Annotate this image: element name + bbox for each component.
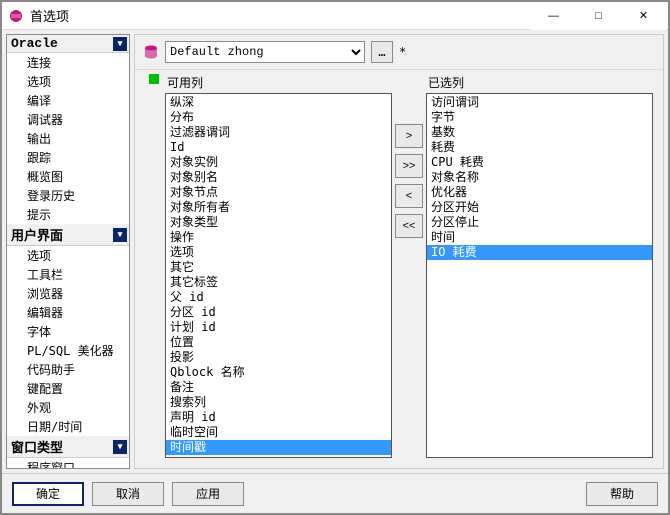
columns-area: 可用列 纵深分布过滤器谓词Id对象实例对象别名对象节点对象所有者对象类型操作选项…	[135, 69, 663, 468]
sidebar-item[interactable]: 程序窗口	[7, 458, 129, 469]
list-item[interactable]: 对象别名	[166, 170, 391, 185]
sidebar-item[interactable]: 编辑器	[7, 303, 129, 322]
app-icon	[8, 8, 24, 24]
cancel-button[interactable]: 取消	[92, 482, 164, 506]
list-item[interactable]: 字节	[427, 110, 652, 125]
sidebar-item[interactable]: 键配置	[7, 379, 129, 398]
title-bar: 首选项 — □ ✕	[2, 2, 668, 30]
move-buttons: > >> < <<	[392, 72, 426, 458]
list-item[interactable]: 计划 id	[166, 320, 391, 335]
maximize-button[interactable]: □	[576, 2, 621, 30]
sidebar-item[interactable]: 选项	[7, 246, 129, 265]
footer-bar: 确定 取消 应用 帮助	[2, 473, 668, 513]
sidebar-item[interactable]: 编译	[7, 91, 129, 110]
sidebar-item[interactable]: 选项	[7, 72, 129, 91]
sidebar-item[interactable]: 浏览器	[7, 284, 129, 303]
list-item[interactable]: 声明 id	[166, 410, 391, 425]
sidebar-item[interactable]: 工具栏	[7, 265, 129, 284]
list-item[interactable]: 基数	[427, 125, 652, 140]
list-item[interactable]: 过滤器谓词	[166, 125, 391, 140]
list-item[interactable]: 备注	[166, 380, 391, 395]
selected-column-group: 已选列 访问谓词字节基数耗费CPU 耗费对象名称优化器分区开始分区停止时间IO …	[426, 72, 653, 458]
list-item[interactable]: 对象名称	[427, 170, 652, 185]
sidebar-group-label: 用户界面	[11, 225, 63, 244]
dirty-indicator: *	[399, 45, 406, 59]
profile-select[interactable]: Default zhong	[165, 41, 365, 63]
sidebar-item[interactable]: 连接	[7, 53, 129, 72]
list-item[interactable]: 纵深	[166, 95, 391, 110]
sidebar-item[interactable]: 外观	[7, 398, 129, 417]
ok-button[interactable]: 确定	[12, 482, 84, 506]
list-item[interactable]: 父 id	[166, 290, 391, 305]
list-item[interactable]: 位置	[166, 335, 391, 350]
sidebar-item[interactable]: 登录历史	[7, 186, 129, 205]
category-tree[interactable]: Oracle▾连接选项编译调试器输出跟踪概览图登录历史提示用户界面▾选项工具栏浏…	[6, 34, 130, 469]
profile-bar: Default zhong … *	[135, 35, 663, 69]
list-item[interactable]: 分区停止	[427, 215, 652, 230]
list-item[interactable]: 选项	[166, 245, 391, 260]
list-item[interactable]: 访问谓词	[427, 95, 652, 110]
selected-label: 已选列	[426, 72, 653, 93]
minimize-button[interactable]: —	[531, 2, 576, 30]
list-item[interactable]: Id	[166, 140, 391, 155]
list-item[interactable]: 时间戳	[166, 440, 391, 455]
main-area: Oracle▾连接选项编译调试器输出跟踪概览图登录历史提示用户界面▾选项工具栏浏…	[2, 30, 668, 473]
move-all-left-button[interactable]: <<	[395, 214, 423, 238]
sidebar-group-header[interactable]: 窗口类型 ▾	[7, 436, 129, 458]
list-item[interactable]: 搜索列	[166, 395, 391, 410]
browse-button[interactable]: …	[371, 41, 393, 63]
sidebar-group-label: 窗口类型	[11, 437, 63, 456]
list-item[interactable]: 其它标签	[166, 275, 391, 290]
sidebar-item[interactable]: 字体	[7, 322, 129, 341]
sidebar-item[interactable]: 提示	[7, 205, 129, 224]
list-item[interactable]: 对象实例	[166, 155, 391, 170]
change-indicator	[149, 74, 159, 84]
detail-panel: Default zhong … * 可用列 纵深分布过滤器谓词Id对象实例对象别…	[134, 34, 664, 469]
list-item[interactable]: IO 耗费	[427, 245, 652, 260]
list-item[interactable]: Qblock 名称	[166, 365, 391, 380]
move-left-button[interactable]: <	[395, 184, 423, 208]
window-title: 首选项	[30, 6, 531, 25]
collapse-icon[interactable]: ▾	[113, 440, 127, 454]
list-item[interactable]: 时间	[427, 230, 652, 245]
sidebar-group-label: Oracle	[11, 36, 58, 51]
list-item[interactable]: 对象节点	[166, 185, 391, 200]
list-item[interactable]: 耗费	[427, 140, 652, 155]
available-label: 可用列	[165, 72, 392, 93]
move-right-button[interactable]: >	[395, 124, 423, 148]
sidebar-item[interactable]: 概览图	[7, 167, 129, 186]
collapse-icon[interactable]: ▾	[113, 228, 127, 242]
close-button[interactable]: ✕	[621, 2, 666, 30]
sidebar-item[interactable]: 代码助手	[7, 360, 129, 379]
list-item[interactable]: 临时空间	[166, 425, 391, 440]
list-item[interactable]: 对象所有者	[166, 200, 391, 215]
selected-list[interactable]: 访问谓词字节基数耗费CPU 耗费对象名称优化器分区开始分区停止时间IO 耗费	[426, 93, 653, 458]
list-item[interactable]: CPU 耗费	[427, 155, 652, 170]
list-item[interactable]: 分区开始	[427, 200, 652, 215]
help-button[interactable]: 帮助	[586, 482, 658, 506]
sidebar-item[interactable]: 调试器	[7, 110, 129, 129]
collapse-icon[interactable]: ▾	[113, 37, 127, 51]
sidebar-group-header[interactable]: Oracle ▾	[7, 35, 129, 53]
list-item[interactable]: 投影	[166, 350, 391, 365]
sidebar-item[interactable]: 日期/时间	[7, 417, 129, 436]
sidebar-item[interactable]: PL/SQL 美化器	[7, 341, 129, 360]
sidebar-group-header[interactable]: 用户界面 ▾	[7, 224, 129, 246]
list-item[interactable]: 其它	[166, 260, 391, 275]
sidebar-item[interactable]: 跟踪	[7, 148, 129, 167]
sidebar-item[interactable]: 输出	[7, 129, 129, 148]
available-list[interactable]: 纵深分布过滤器谓词Id对象实例对象别名对象节点对象所有者对象类型操作选项其它其它…	[165, 93, 392, 458]
list-item[interactable]: 操作	[166, 230, 391, 245]
list-item[interactable]: 对象类型	[166, 215, 391, 230]
list-item[interactable]: 分布	[166, 110, 391, 125]
list-item[interactable]: 优化器	[427, 185, 652, 200]
move-all-right-button[interactable]: >>	[395, 154, 423, 178]
apply-button[interactable]: 应用	[172, 482, 244, 506]
available-column-group: 可用列 纵深分布过滤器谓词Id对象实例对象别名对象节点对象所有者对象类型操作选项…	[165, 72, 392, 458]
list-item[interactable]: 分区 id	[166, 305, 391, 320]
profile-icon	[143, 44, 159, 60]
